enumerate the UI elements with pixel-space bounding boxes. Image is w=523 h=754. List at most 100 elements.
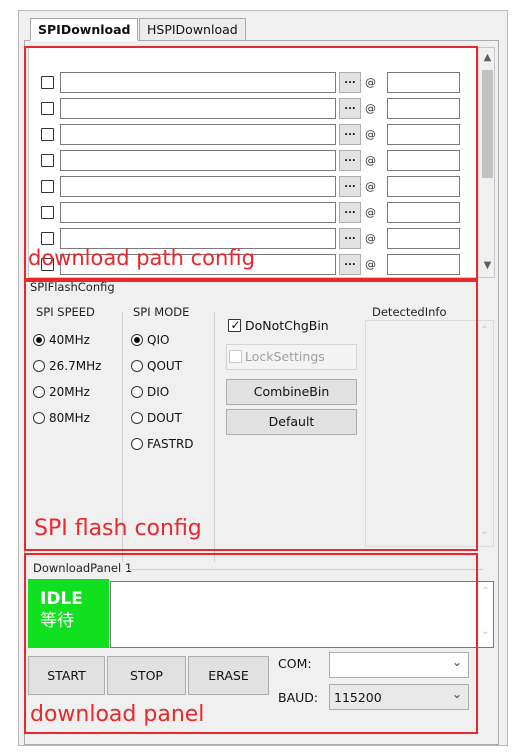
scroll-down-icon[interactable]: ▼ [479, 260, 494, 271]
download-log-area[interactable]: ⌃ ⌄ [110, 581, 494, 648]
path-row-checkbox[interactable] [41, 154, 54, 167]
at-sign: @ [365, 76, 376, 89]
browse-button[interactable]: ... [339, 176, 361, 197]
download-panel-annotation-label: download panel [30, 702, 205, 727]
spi-speed-option-radio[interactable]: 20MHz [33, 385, 90, 401]
baud-label: BAUD: [278, 690, 319, 705]
start-button[interactable]: START [28, 656, 105, 695]
address-input[interactable] [387, 72, 460, 93]
download-path-annotation-label: download path config [28, 246, 255, 270]
download-path-list: ... @... @... @... @... @... @... @... @ ▲ ▼ [28, 47, 495, 278]
address-input[interactable] [387, 254, 460, 275]
browse-button[interactable]: ... [339, 150, 361, 171]
browse-button[interactable]: ... [339, 202, 361, 223]
radio-circle-icon[interactable] [131, 360, 143, 372]
divider [128, 569, 483, 570]
spi-mode-option-label: QOUT [147, 359, 183, 373]
tab-spidownload[interactable]: SPIDownload [30, 18, 139, 41]
radio-circle-icon[interactable] [33, 412, 45, 424]
checkmark-icon: ✓ [230, 318, 241, 332]
spi-speed-option-radio[interactable]: 26.7MHz [33, 359, 101, 375]
spi-mode-option-radio[interactable]: QOUT [131, 359, 182, 375]
checkbox-box[interactable] [229, 350, 242, 363]
scrollbar-thumb[interactable] [482, 70, 493, 178]
path-input[interactable] [60, 72, 336, 93]
address-input[interactable] [387, 98, 460, 119]
path-row-checkbox[interactable] [41, 102, 54, 115]
address-input[interactable] [387, 202, 460, 223]
combine-bin-button[interactable]: CombineBin [226, 379, 357, 405]
address-input[interactable] [387, 228, 460, 249]
spi-mode-option-label: FASTRD [147, 437, 194, 451]
spi-mode-option-radio[interactable]: QIO [131, 333, 169, 349]
path-row-checkbox[interactable] [41, 232, 54, 245]
baud-select-value: 115200 [334, 690, 382, 705]
address-input[interactable] [387, 124, 460, 145]
chevron-down-icon: ⌄ [451, 687, 462, 701]
spi-flash-config-title: SPIFlashConfig [30, 280, 115, 294]
browse-button[interactable]: ... [339, 124, 361, 145]
spi-mode-option-label: DOUT [147, 411, 182, 425]
detected-info-box: ⌃ ⌄ [365, 320, 494, 547]
scroll-down-icon[interactable]: ⌄ [476, 526, 493, 537]
status-idle-cn-text: 等待 [40, 611, 74, 631]
detected-info-title: DetectedInfo [372, 305, 447, 319]
spi-mode-option-radio[interactable]: DOUT [131, 411, 182, 427]
at-sign: @ [365, 102, 376, 115]
path-input[interactable] [60, 176, 336, 197]
scroll-up-icon[interactable]: ▲ [479, 52, 494, 63]
path-row-checkbox[interactable] [41, 128, 54, 141]
spi-speed-option-label: 40MHz [49, 333, 90, 347]
checkbox-box[interactable]: ✓ [228, 318, 241, 332]
address-input[interactable] [387, 176, 460, 197]
divider [214, 312, 215, 562]
path-input[interactable] [60, 98, 336, 119]
path-input[interactable] [60, 150, 336, 171]
spi-speed-option-label: 26.7MHz [49, 359, 102, 373]
radio-circle-icon[interactable] [33, 360, 45, 372]
browse-button[interactable]: ... [339, 72, 361, 93]
path-row-checkbox[interactable] [41, 76, 54, 89]
path-list-scrollbar[interactable]: ▲ ▼ [478, 48, 494, 277]
at-sign: @ [365, 206, 376, 219]
radio-circle-icon[interactable] [131, 412, 143, 424]
lock-settings-checkbox[interactable]: LockSettings [226, 344, 357, 370]
path-input[interactable] [60, 124, 336, 145]
radio-circle-icon[interactable] [33, 334, 45, 346]
path-input[interactable] [60, 202, 336, 223]
address-input[interactable] [387, 150, 460, 171]
spi-speed-option-radio[interactable]: 80MHz [33, 411, 90, 427]
browse-button[interactable]: ... [339, 228, 361, 249]
path-row-checkbox[interactable] [41, 180, 54, 193]
chevron-down-icon: ⌄ [451, 655, 462, 669]
spi-mode-option-radio[interactable]: DIO [131, 385, 169, 401]
com-select[interactable]: ⌄ [329, 652, 469, 678]
spi-mode-option-radio[interactable]: FASTRD [131, 437, 194, 453]
baud-select[interactable]: 115200 ⌄ [329, 684, 469, 710]
at-sign: @ [365, 180, 376, 193]
path-row-checkbox[interactable] [41, 206, 54, 219]
scroll-up-icon[interactable]: ⌃ [477, 586, 494, 597]
browse-button[interactable]: ... [339, 98, 361, 119]
tab-hspidownload[interactable]: HSPIDownload [139, 18, 246, 41]
scroll-down-icon[interactable]: ⌄ [477, 626, 494, 637]
radio-circle-icon[interactable] [131, 386, 143, 398]
radio-circle-icon[interactable] [33, 386, 45, 398]
spi-speed-option-label: 80MHz [49, 411, 90, 425]
stop-button[interactable]: STOP [107, 656, 186, 695]
radio-circle-icon[interactable] [131, 438, 143, 450]
download-panel-title: DownloadPanel 1 [33, 561, 133, 575]
at-sign: @ [365, 232, 376, 245]
status-idle-text: IDLE [40, 589, 83, 609]
radio-circle-icon[interactable] [131, 334, 143, 346]
spi-speed-option-label: 20MHz [49, 385, 90, 399]
spi-mode-option-label: QIO [147, 333, 170, 347]
spi-speed-option-radio[interactable]: 40MHz [33, 333, 90, 349]
erase-button[interactable]: ERASE [188, 656, 269, 695]
do-not-chg-bin-checkbox[interactable]: ✓ DoNotChgBin [228, 318, 329, 333]
spi-mode-option-label: DIO [147, 385, 170, 399]
browse-button[interactable]: ... [339, 254, 361, 275]
scroll-up-icon[interactable]: ⌃ [476, 325, 493, 336]
default-button[interactable]: Default [226, 409, 357, 435]
status-indicator: IDLE 等待 [28, 579, 109, 648]
